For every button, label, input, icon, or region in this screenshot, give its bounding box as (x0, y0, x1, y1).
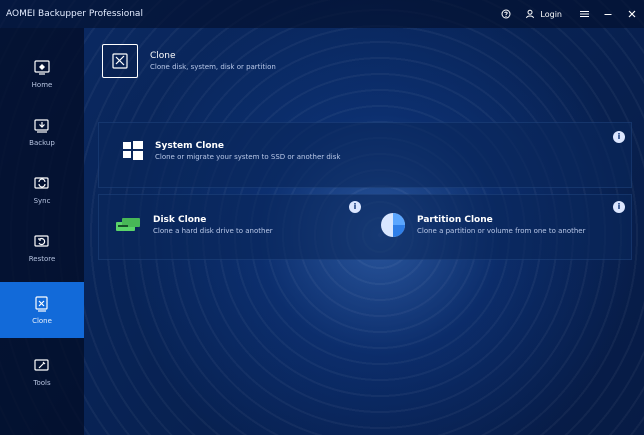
system-clone-description: Clone or migrate your system to SSD or a… (155, 152, 341, 161)
restore-icon (34, 235, 49, 247)
app-window: AOMEI Backupper Professional Login Home … (0, 0, 644, 435)
section-text: Clone Clone disk, system, disk or partit… (150, 50, 276, 72)
disk-clone-description: Clone a hard disk drive to another (153, 226, 273, 235)
sidebar-item-label: Restore (28, 255, 56, 263)
system-clone-text: System Clone Clone or migrate your syste… (155, 140, 340, 163)
partition-clone-option[interactable]: Partition Clone Clone a partition or vol… (379, 211, 585, 239)
disk-clone-icon (116, 218, 140, 231)
partition-clone-description: Clone a partition or volume from one to … (417, 226, 586, 235)
disk-clone-text: Disk Clone Clone a hard disk drive to an… (153, 214, 273, 237)
sidebar-item-sync[interactable]: Sync (0, 164, 84, 216)
partition-clone-title: Partition Clone (417, 214, 493, 225)
user-icon (524, 2, 536, 26)
info-icon[interactable]: i (613, 131, 625, 143)
partition-clone-text: Partition Clone Clone a partition or vol… (417, 214, 585, 237)
sidebar-item-label: Home (31, 81, 53, 89)
system-clone-card[interactable]: System Clone Clone or migrate your syste… (98, 122, 632, 188)
home-icon (34, 60, 50, 75)
window-title: AOMEI Backupper Professional (6, 9, 143, 19)
title-bar-actions: Login (494, 0, 644, 28)
help-icon[interactable] (494, 2, 518, 26)
section-title: Clone (150, 51, 176, 61)
sidebar-item-home[interactable]: Home (0, 48, 84, 100)
section-subtitle: Clone disk, system, disk or partition (150, 63, 276, 71)
disk-clone-title: Disk Clone (153, 214, 207, 225)
system-clone-title: System Clone (155, 140, 225, 151)
windows-icon (123, 141, 143, 160)
info-icon[interactable]: i (349, 201, 361, 213)
clone-section-header: Clone Clone disk, system, disk or partit… (102, 44, 276, 78)
login-label: Login (540, 9, 562, 19)
sidebar-item-label: Sync (33, 197, 51, 205)
disk-clone-option[interactable]: Disk Clone Clone a hard disk drive to an… (113, 213, 273, 237)
clone-icon (35, 296, 48, 312)
info-icon[interactable]: i (613, 201, 625, 213)
sidebar-item-label: Tools (33, 379, 51, 387)
sidebar-item-label: Clone (32, 317, 52, 325)
clone-options-card: Disk Clone Clone a hard disk drive to an… (98, 194, 632, 260)
menu-icon[interactable] (572, 2, 596, 26)
tools-icon (34, 359, 49, 371)
clone-header-icon (102, 44, 138, 78)
sidebar-item-clone[interactable]: Clone (0, 282, 84, 338)
title-bar: AOMEI Backupper Professional Login (0, 0, 644, 28)
sidebar-item-restore[interactable]: Restore (0, 222, 84, 274)
close-icon[interactable] (620, 2, 644, 26)
sync-icon (34, 177, 49, 189)
main-content: Clone Clone disk, system, disk or partit… (84, 28, 644, 435)
sidebar-item-tools[interactable]: Tools (0, 346, 84, 398)
sidebar-item-label: Backup (29, 139, 55, 147)
system-clone-option[interactable]: System Clone Clone or migrate your syste… (121, 139, 340, 163)
sidebar: Home Backup Sync Restore Clone Tools (0, 28, 84, 435)
minimize-icon[interactable] (596, 2, 620, 26)
backup-icon (34, 119, 49, 133)
login-button[interactable]: Login (524, 2, 562, 26)
sidebar-item-backup[interactable]: Backup (0, 106, 84, 158)
partition-clone-icon (381, 213, 405, 237)
